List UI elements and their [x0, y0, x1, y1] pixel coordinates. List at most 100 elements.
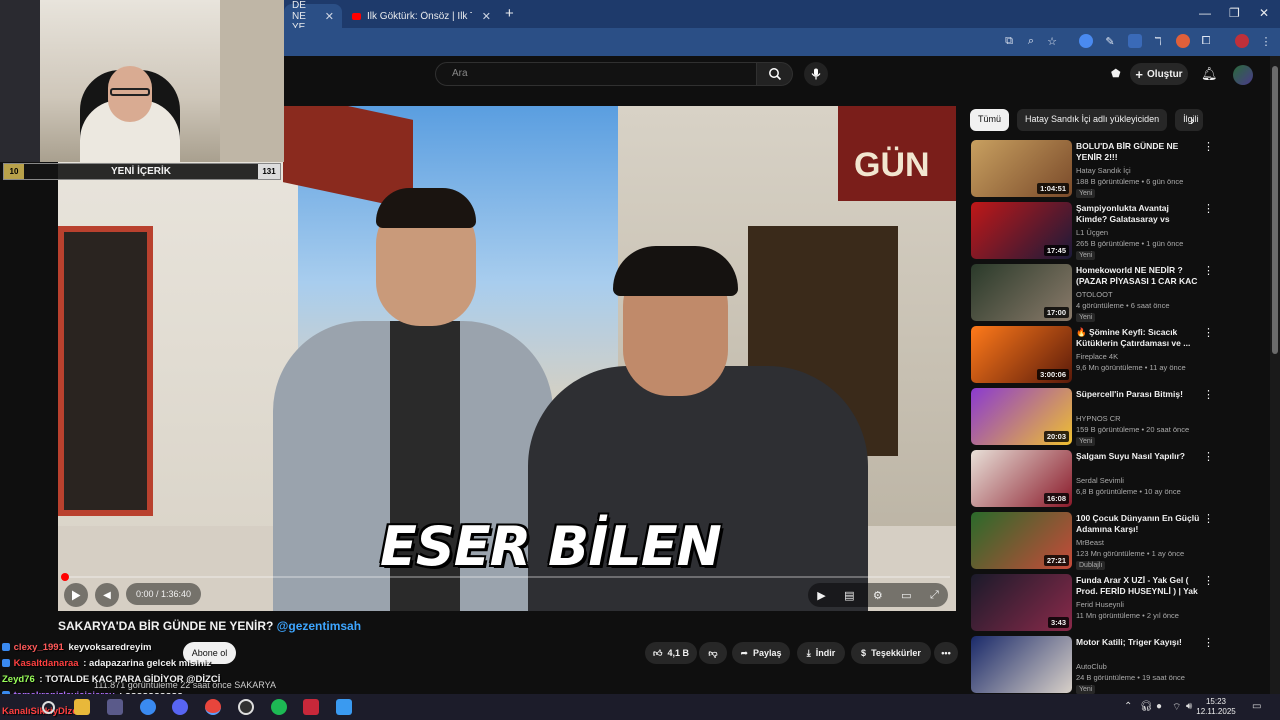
extension-orange-icon[interactable]	[1176, 34, 1190, 48]
cast-icon[interactable]: ⬟	[1111, 67, 1121, 80]
app-x-icon[interactable]	[303, 699, 319, 715]
tray-chevron-icon[interactable]: ⌃	[1124, 701, 1132, 712]
chip-all[interactable]: Tümü	[970, 109, 1010, 131]
related-video-title[interactable]: BOLU'DA BİR GÜNDE NE YENİR 2!!!	[1076, 141, 1201, 163]
video-thumbnail[interactable]: 3:00:06	[971, 326, 1072, 383]
file-explorer-icon[interactable]	[74, 699, 90, 715]
edge-browser-icon[interactable]	[140, 699, 156, 715]
voice-search-button[interactable]	[804, 62, 828, 86]
related-video-title[interactable]: Funda Arar X UZİ - Yak Gel ( Prod. FERİD…	[1076, 575, 1201, 597]
search-button[interactable]	[757, 62, 793, 86]
tab-gokturk[interactable]: İlk Göktürk: Önsöz | İlk Tanıtım ✕	[344, 4, 499, 28]
related-video-item[interactable]: 17:00 Homekoworld NE NEDİR ? (PAZAR PİYAS…	[971, 264, 1221, 322]
chip-uploader[interactable]: Hatay Sandık İçi adlı yükleyiciden	[1017, 109, 1168, 131]
system-clock[interactable]: 15:23 12.11.2025	[1196, 697, 1236, 717]
profile-avatar-icon[interactable]	[1235, 34, 1249, 48]
tab-current[interactable]: DE NE YE ✕	[284, 0, 342, 33]
extension-shield-icon[interactable]	[1079, 34, 1093, 48]
play-button[interactable]	[64, 583, 88, 607]
obs-icon[interactable]	[238, 699, 254, 715]
scrollbar-thumb[interactable]	[1272, 66, 1278, 354]
search-taskbar-icon[interactable]	[42, 701, 55, 714]
related-channel-name[interactable]: HYPNOS CR	[1076, 414, 1121, 423]
create-button[interactable]: + Oluştur	[1130, 63, 1188, 85]
related-video-item[interactable]: 17:45 Şampiyonlukta Avantaj Kimde? Galata…	[971, 202, 1221, 260]
browser-menu-icon[interactable]: ⋮	[1259, 34, 1273, 48]
more-options-icon[interactable]: ⋮	[1203, 574, 1214, 587]
related-video-item[interactable]: 20:03 Süpercell'in Parası Bitmiş! HYPNOS C…	[971, 388, 1221, 446]
autoplay-toggle-icon[interactable]: ▶︎	[817, 589, 825, 602]
new-tab-button[interactable]: +	[505, 5, 514, 22]
download-button[interactable]: ⤓ İndir	[797, 642, 845, 664]
close-tab-icon[interactable]: ✕	[482, 10, 491, 23]
progress-bar[interactable]	[64, 576, 950, 578]
close-window-button[interactable]: ✕	[1259, 6, 1269, 20]
chevron-right-icon[interactable]: ›	[1190, 112, 1195, 128]
extensions-puzzle-icon[interactable]: ⧠	[1199, 34, 1213, 48]
more-options-icon[interactable]: ⋮	[1203, 202, 1214, 215]
zoom-icon[interactable]: ⌕	[1024, 34, 1038, 48]
related-video-title[interactable]: Şampiyonlukta Avantaj Kimde? Galatasaray…	[1076, 203, 1201, 225]
related-channel-name[interactable]: AutoClub	[1076, 662, 1107, 671]
more-options-icon[interactable]: ⋮	[1203, 512, 1214, 525]
subtitles-icon[interactable]: ▤	[844, 589, 854, 602]
more-options-icon[interactable]: ⋮	[1203, 388, 1214, 401]
video-thumbnail[interactable]: 1:04:51	[971, 140, 1072, 197]
progress-scrubber[interactable]	[61, 573, 69, 581]
tray-app-icon[interactable]: ●	[1156, 701, 1162, 712]
related-video-title[interactable]: Homekoworld NE NEDİR ? (PAZAR PİYASASI 1…	[1076, 265, 1201, 287]
theater-mode-icon[interactable]: ▭	[901, 589, 911, 602]
video-thumbnail[interactable]: 27:21	[971, 512, 1072, 569]
related-video-title[interactable]: Şalgam Suyu Nasıl Yapılır?	[1076, 451, 1201, 462]
related-video-item[interactable]: 1:04:51 BOLU'DA BİR GÜNDE NE YENİR 2!!! Ha…	[971, 140, 1221, 198]
channel-handle-link[interactable]: @gezentimsah	[277, 619, 361, 633]
related-channel-name[interactable]: OTOLOOT	[1076, 290, 1113, 299]
settings-gear-icon[interactable]: ⚙︎	[873, 589, 883, 602]
maximize-button[interactable]: ❐	[1229, 6, 1240, 20]
more-options-icon[interactable]: ⋮	[1203, 326, 1214, 339]
related-video-title[interactable]: Motor Katili; Triger Kayışı!	[1076, 637, 1201, 648]
app-taskbar-icon[interactable]	[107, 699, 123, 715]
notifications-icon[interactable]: ▭	[1252, 701, 1261, 712]
install-app-icon[interactable]: ⧉	[1002, 34, 1016, 48]
related-channel-name[interactable]: Hatay Sandık İçi	[1076, 166, 1131, 175]
related-video-title[interactable]: Süpercell'in Parası Bitmiş!	[1076, 389, 1201, 400]
video-thumbnail[interactable]	[971, 636, 1072, 693]
more-options-icon[interactable]: ⋮	[1203, 450, 1214, 463]
extension-pen-icon[interactable]: ✎	[1103, 34, 1117, 48]
close-tab-icon[interactable]: ✕	[325, 10, 334, 23]
discord-icon[interactable]	[172, 699, 188, 715]
related-channel-name[interactable]: Ferid Huseynli	[1076, 600, 1124, 609]
more-options-icon[interactable]: ⋮	[1203, 140, 1214, 153]
share-button[interactable]: ➦ Paylaş	[732, 642, 790, 664]
more-options-icon[interactable]: ⋮	[1203, 264, 1214, 277]
video-thumbnail[interactable]: 20:03	[971, 388, 1072, 445]
related-video-title[interactable]: 🔥 Şömine Keyfi: Sıcacık Kütüklerin Çatır…	[1076, 327, 1201, 349]
video-thumbnail[interactable]: 17:00	[971, 264, 1072, 321]
fullscreen-icon[interactable]: ⤢	[930, 589, 939, 602]
account-avatar[interactable]	[1233, 65, 1253, 85]
notifications-bell-icon[interactable]: 🔔︎	[1201, 66, 1218, 82]
related-channel-name[interactable]: L1 Üçgen	[1076, 228, 1108, 237]
thanks-button[interactable]: $ Teşekkürler	[851, 642, 931, 664]
related-video-title[interactable]: 100 Çocuk Dünyanın En Güçlü Adamına Karş…	[1076, 513, 1201, 535]
bookmark-star-icon[interactable]: ☆	[1045, 34, 1059, 48]
dislike-button[interactable]: 👎︎	[699, 642, 727, 664]
more-actions-button[interactable]: •••	[934, 642, 958, 664]
search-input[interactable]: Ara	[435, 62, 757, 86]
extension-translate-icon[interactable]: ℸ	[1151, 34, 1165, 48]
related-video-item[interactable]: 27:21 100 Çocuk Dünyanın En Güçlü Adamına…	[971, 512, 1221, 570]
related-channel-name[interactable]: Fireplace 4K	[1076, 352, 1118, 361]
extension-badge-icon[interactable]	[1128, 34, 1142, 48]
related-video-item[interactable]: 3:43 Funda Arar X UZİ - Yak Gel ( Prod. F…	[971, 574, 1221, 632]
network-icon[interactable]: ⌔	[1172, 701, 1181, 714]
minimize-button[interactable]: —	[1199, 6, 1211, 20]
related-video-item[interactable]: Motor Katili; Triger Kayışı! AutoClub 24 B…	[971, 636, 1221, 694]
related-video-item[interactable]: 16:08 Şalgam Suyu Nasıl Yapılır? Serdal Se…	[971, 450, 1221, 508]
speaker-icon[interactable]: 🔊︎	[1186, 701, 1192, 712]
spotify-icon[interactable]	[271, 699, 287, 715]
app-blue-icon[interactable]	[336, 699, 352, 715]
related-video-item[interactable]: 3:00:06 🔥 Şömine Keyfi: Sıcacık Kütükleri…	[971, 326, 1221, 384]
volume-button[interactable]: ◀︎	[95, 583, 119, 607]
video-thumbnail[interactable]: 3:43	[971, 574, 1072, 631]
